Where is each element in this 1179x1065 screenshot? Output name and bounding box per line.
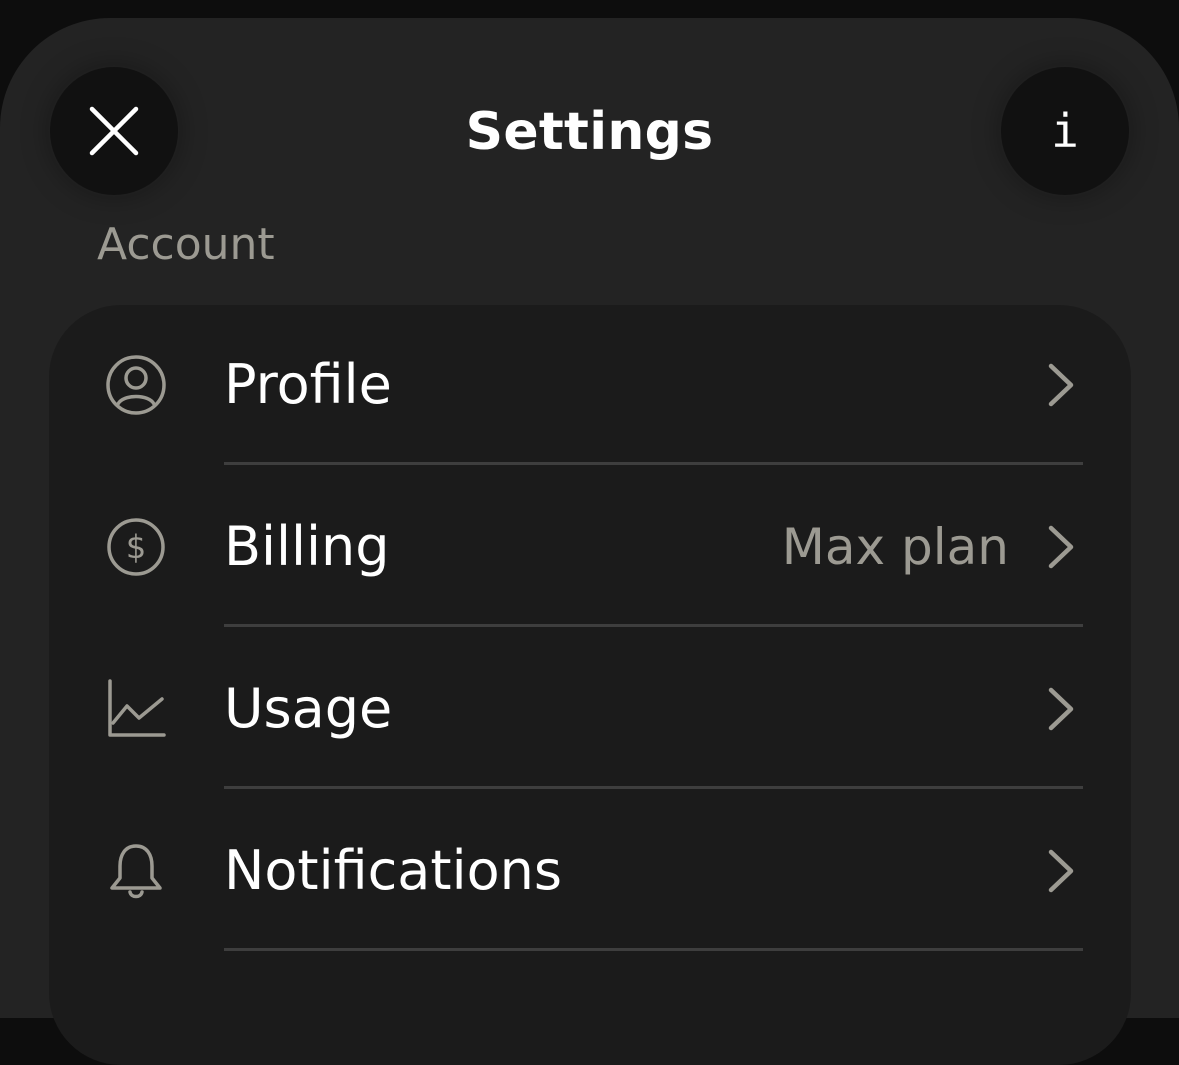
chevron-right-icon [1048, 525, 1074, 569]
settings-row-profile[interactable]: Profile [49, 305, 1131, 465]
settings-row-notifications[interactable]: Notifications [49, 791, 1131, 951]
svg-text:$: $ [126, 528, 146, 566]
row-label: Billing [224, 515, 390, 578]
profile-icon [106, 355, 166, 415]
billing-plan-value: Max plan [781, 518, 1009, 576]
chevron-right-icon [1048, 849, 1074, 893]
section-label-account: Account [97, 219, 275, 270]
row-divider [224, 786, 1083, 789]
row-label: Notifications [224, 839, 562, 902]
info-icon: i [1051, 104, 1079, 158]
bell-icon [110, 844, 162, 899]
row-divider [224, 948, 1083, 951]
settings-row-usage[interactable]: Usage [49, 629, 1131, 789]
row-divider [224, 462, 1083, 465]
chevron-right-icon [1048, 363, 1074, 407]
info-button[interactable]: i [1001, 67, 1129, 195]
settings-row-billing[interactable]: $ Billing Max plan [49, 467, 1131, 627]
row-label: Profile [224, 353, 392, 416]
row-label: Usage [224, 677, 393, 740]
chart-icon [108, 679, 166, 737]
chevron-right-icon [1048, 687, 1074, 731]
dollar-circle-icon: $ [107, 518, 165, 576]
row-divider [224, 624, 1083, 627]
